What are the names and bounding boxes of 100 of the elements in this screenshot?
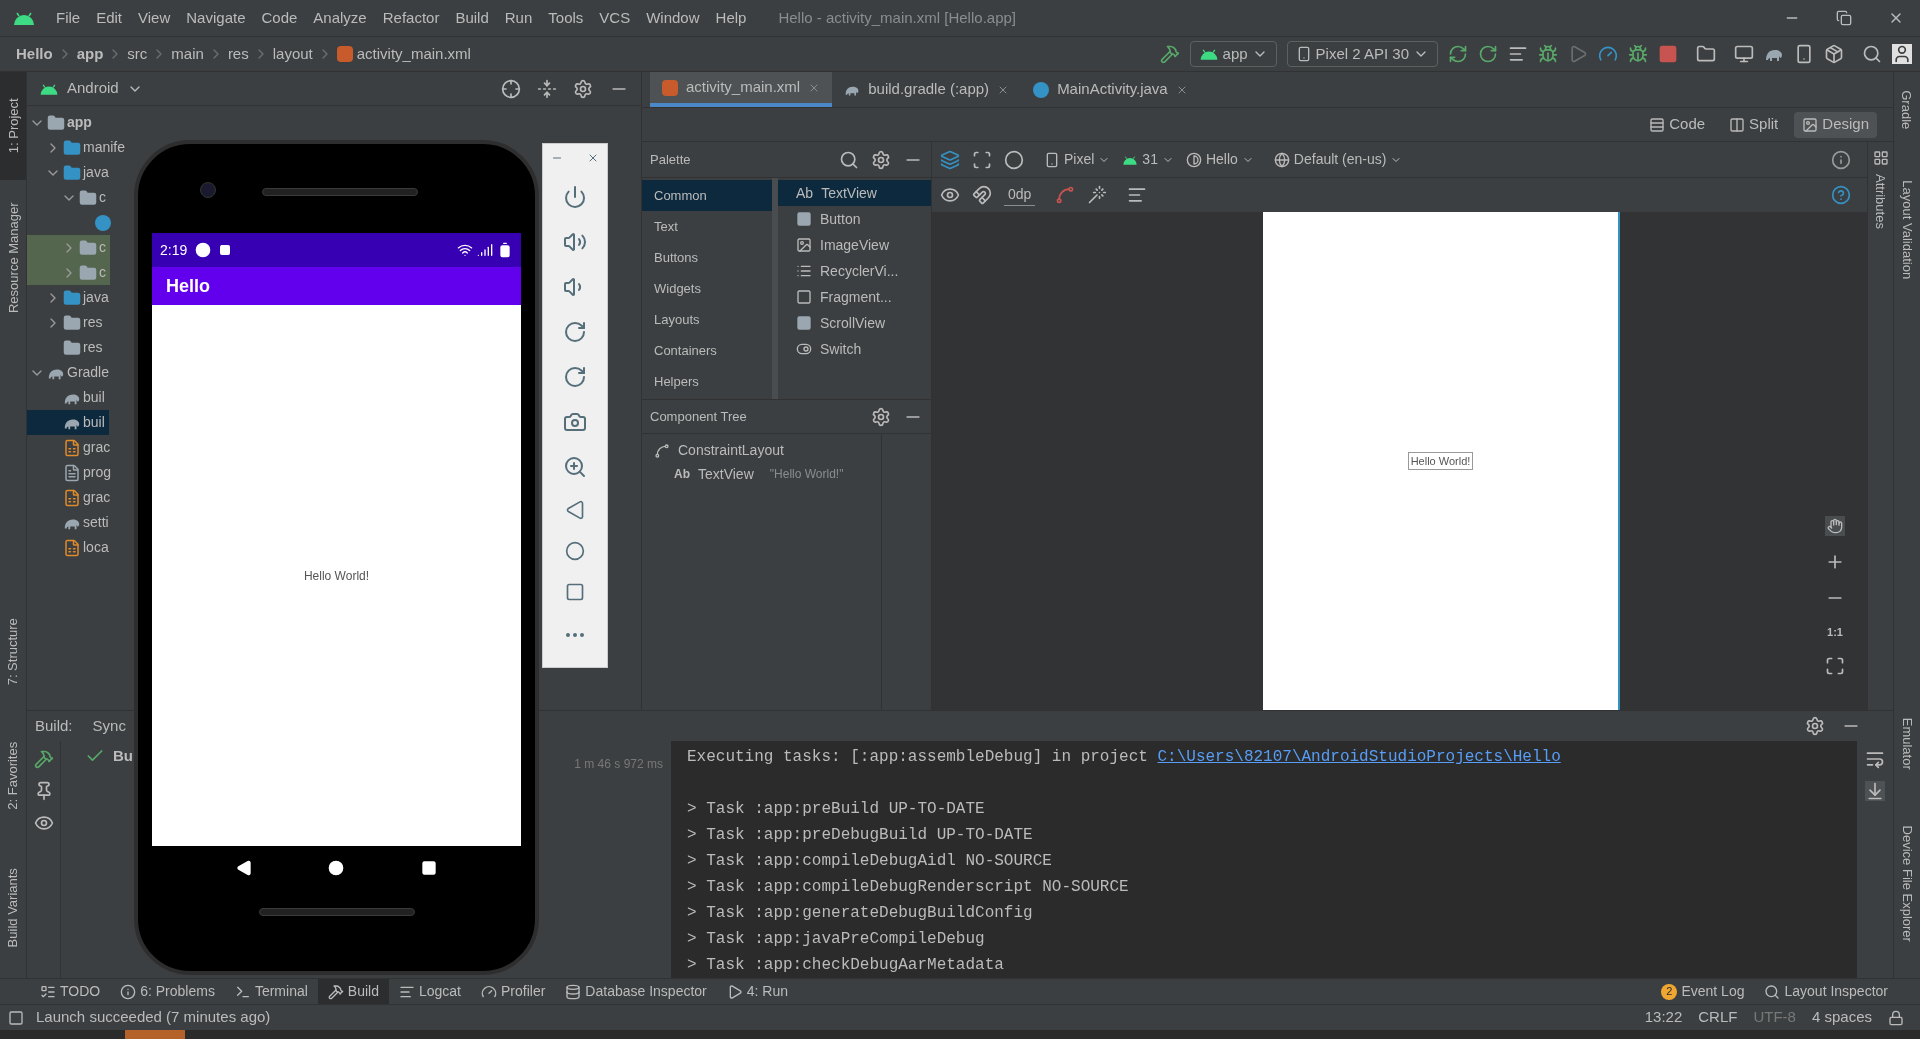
tool-window-tab[interactable]: Profiler (471, 979, 556, 1004)
hammer-icon[interactable] (33, 749, 54, 769)
view-options-icon[interactable] (940, 185, 960, 205)
menu-item[interactable]: Window (638, 6, 708, 30)
tool-window-tab[interactable]: TODO (30, 979, 111, 1004)
tool-window-tab[interactable]: 2: Favorites (0, 714, 26, 838)
tool-window-tab[interactable]: Build Variants (0, 838, 26, 978)
tree-row[interactable]: c (27, 185, 110, 210)
attach-debugger-icon[interactable] (1628, 44, 1648, 64)
tree-row[interactable]: manife (27, 135, 130, 160)
collapse-all-icon[interactable] (537, 78, 557, 99)
settings-icon[interactable] (573, 78, 593, 99)
device-dropdown[interactable]: Pixel (1044, 149, 1111, 170)
autoconnect-icon[interactable] (972, 185, 992, 205)
project-path-link[interactable]: C:\Users\82107\AndroidStudioProjects\Hello (1157, 748, 1561, 766)
infer-constraints-icon[interactable] (1087, 185, 1108, 205)
palette-category[interactable]: Widgets (642, 273, 772, 304)
account-icon[interactable] (1892, 44, 1912, 64)
palette-item[interactable]: ScrollView (778, 310, 931, 336)
tree-row[interactable]: app (27, 110, 96, 135)
tool-window-tab[interactable]: 4: Run (716, 979, 798, 1004)
tool-window-tab[interactable]: Device File Explorer (1894, 790, 1920, 978)
breadcrumb[interactable]: src (127, 42, 148, 66)
actual-size-button[interactable]: 1:1 (1827, 623, 1843, 640)
locale-dropdown[interactable]: Default (en-us) (1273, 149, 1403, 170)
hammer-icon[interactable] (1159, 44, 1180, 64)
menu-item[interactable]: VCS (591, 6, 639, 30)
component-label[interactable]: TextView (698, 463, 754, 485)
palette-item[interactable]: ImageView (778, 232, 931, 258)
breadcrumb[interactable]: app (76, 42, 104, 66)
tree-row[interactable]: c (27, 235, 110, 260)
tool-window-tab[interactable]: Layout Inspector (1764, 981, 1888, 1002)
palette-item[interactable]: RecyclerVi... (778, 258, 931, 284)
palette-item[interactable]: Button (778, 206, 931, 232)
emulator-icon[interactable] (1734, 44, 1754, 64)
overview-icon[interactable] (565, 582, 585, 602)
menu-item[interactable]: Help (707, 6, 755, 30)
menu-item[interactable]: Run (496, 6, 541, 30)
tree-row[interactable]: grac (27, 485, 115, 510)
component-label[interactable]: ConstraintLayout (678, 440, 784, 461)
tree-row[interactable]: res (27, 335, 107, 360)
project-view-dropdown[interactable]: Android (67, 77, 119, 100)
tool-window-tab[interactable]: 7: Structure (0, 590, 26, 714)
layers-icon[interactable] (940, 149, 960, 170)
tool-window-tab[interactable]: Attributes (1870, 174, 1891, 229)
panel-toggle-icon[interactable] (8, 1009, 24, 1026)
preview-text[interactable]: Hello World! (1407, 451, 1474, 471)
tool-window-tab[interactable]: Terminal (224, 979, 318, 1004)
palette-item[interactable]: Switch (778, 336, 931, 362)
device-manager-icon[interactable] (1794, 44, 1814, 64)
api-dropdown[interactable]: 31 (1122, 149, 1174, 170)
zoom-icon[interactable] (563, 455, 587, 479)
warning-icon[interactable] (1831, 149, 1851, 170)
apply-changes-icon[interactable] (1448, 44, 1468, 64)
tool-window-tab[interactable]: Emulator (1894, 698, 1920, 790)
tool-window-tab[interactable]: Database Inspector (555, 979, 717, 1004)
palette-category[interactable]: Text (642, 211, 772, 242)
tool-window-tab[interactable]: 1: Project (0, 72, 26, 180)
back-icon[interactable] (236, 860, 253, 876)
debug-icon[interactable] (1538, 44, 1558, 64)
breadcrumb[interactable]: main (171, 42, 204, 66)
breadcrumb[interactable]: activity_main.xml (356, 42, 471, 66)
tool-window-tab[interactable]: Layout Validation (1894, 148, 1920, 312)
menu-item[interactable]: Analyze (305, 6, 375, 30)
camera-icon[interactable] (563, 410, 587, 434)
menu-item[interactable]: View (130, 6, 179, 30)
tree-row[interactable]: loca (27, 535, 113, 560)
menu-item[interactable]: Edit (88, 6, 131, 30)
view-mode-tab[interactable]: Code (1641, 111, 1714, 138)
settings-icon[interactable] (871, 406, 891, 427)
build-tree-item[interactable]: Bu (113, 745, 133, 768)
tree-row[interactable]: setti (27, 510, 113, 535)
recents-icon[interactable] (420, 860, 437, 876)
volume-up-icon[interactable] (563, 230, 587, 254)
tool-window-tab[interactable]: Logcat (388, 979, 471, 1004)
menu-item[interactable]: Navigate (178, 6, 254, 30)
palette-category[interactable]: Layouts (642, 304, 772, 335)
close-icon[interactable] (587, 152, 599, 164)
view-mode-tab[interactable]: Split (1721, 111, 1787, 138)
soft-wrap-icon[interactable] (1865, 749, 1885, 769)
tree-row[interactable]: java (27, 160, 113, 185)
tree-row[interactable]: Gradle (27, 360, 114, 385)
palette-category[interactable]: Helpers (642, 366, 772, 397)
theme-dropdown[interactable]: Hello (1185, 149, 1254, 170)
device-dropdown[interactable]: Pixel 2 API 30 (1286, 41, 1438, 67)
tool-window-tab[interactable]: 2 Event Log (1661, 981, 1745, 1002)
breadcrumb[interactable]: res (227, 42, 249, 66)
menu-item[interactable]: File (48, 6, 89, 30)
breadcrumb[interactable]: Hello (16, 42, 53, 66)
cursor-position[interactable]: 13:22 (1644, 1006, 1683, 1029)
pan-icon[interactable] (1825, 515, 1845, 536)
breadcrumb[interactable]: layout (272, 42, 313, 66)
locate-icon[interactable] (501, 78, 521, 99)
help-icon[interactable] (1831, 185, 1851, 205)
settings-icon[interactable] (871, 149, 891, 170)
tool-window-tab[interactable]: Gradle (1894, 72, 1920, 148)
scroll-to-end-icon[interactable] (1865, 781, 1885, 801)
tool-window-tab[interactable]: Resource Manager (0, 180, 26, 336)
panel-tab[interactable]: Sync (88, 714, 130, 738)
tree-row[interactable]: c (27, 260, 110, 285)
